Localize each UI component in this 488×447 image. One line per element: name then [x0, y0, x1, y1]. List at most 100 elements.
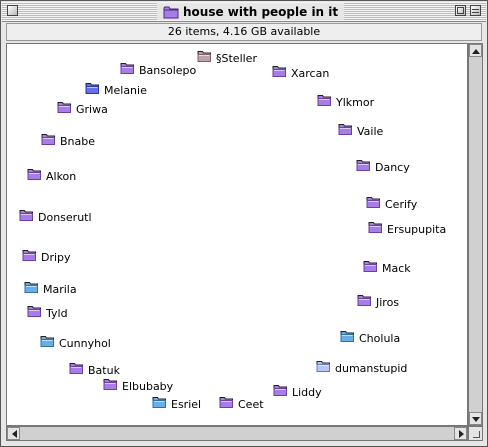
folder-label: Donserutl: [38, 211, 92, 224]
folder-icon: [272, 64, 287, 84]
folder-label: Cunnyhol: [59, 337, 111, 350]
folder-icon: [197, 49, 212, 69]
folder-item[interactable]: Vaile: [338, 123, 383, 141]
folder-icon: [357, 293, 372, 313]
folder-item[interactable]: dumanstupid: [316, 360, 407, 378]
folder-icon: [152, 395, 167, 415]
folder-icon: [27, 167, 42, 187]
folder-item[interactable]: Melanie: [85, 82, 147, 100]
folder-label: Cholula: [359, 332, 401, 345]
scroll-right-arrow-icon[interactable]: [454, 427, 467, 440]
folder-icon: [163, 6, 179, 18]
folder-label: Liddy: [292, 386, 322, 399]
folder-icon: [57, 100, 72, 120]
folder-label: Ceet: [238, 398, 264, 411]
folder-label: Esriel: [171, 398, 202, 411]
folder-icon-graphic: [120, 63, 134, 74]
folder-label: Cerify: [385, 198, 418, 211]
folder-item[interactable]: Cerify: [366, 196, 417, 214]
folder-icon-graphic: [368, 222, 382, 233]
folder-icon-graphic: [27, 169, 41, 180]
folder-icon-graphic: [317, 95, 331, 106]
folder-item[interactable]: Esriel: [152, 396, 201, 414]
finder-window: house with people in it 26 items, 4.16 G…: [0, 0, 488, 447]
folder-item[interactable]: Ceet: [219, 396, 264, 414]
folder-icon: [22, 248, 37, 268]
folder-item[interactable]: Elbubaby: [103, 378, 173, 396]
vertical-scrollbar[interactable]: [468, 43, 483, 426]
folder-item[interactable]: Dancy: [356, 159, 410, 177]
close-box-button[interactable]: [7, 5, 18, 16]
folder-label: Vaile: [357, 125, 384, 138]
folder-label: Elbubaby: [122, 380, 174, 393]
folder-icon-graphic: [40, 336, 54, 347]
folder-icon: [27, 304, 42, 324]
info-bar: 26 items, 4.16 GB available: [6, 23, 482, 41]
folder-item[interactable]: Donserutl: [19, 209, 92, 227]
folder-contents: §Steller Bansolepo Xarcan Melanie Griwa …: [6, 43, 468, 426]
scroll-down-arrow-icon[interactable]: [469, 412, 482, 425]
folder-icon-graphic: [340, 331, 354, 342]
scroll-up-arrow-icon[interactable]: [469, 44, 482, 57]
folder-label: Marila: [43, 283, 77, 296]
folder-label: Ylkmor: [336, 96, 375, 109]
windowshade-box-button[interactable]: [470, 5, 481, 16]
folder-label: dumanstupid: [335, 362, 408, 375]
folder-icon-graphic: [103, 379, 117, 390]
window-title: house with people in it: [157, 3, 345, 20]
folder-icon: [356, 158, 371, 178]
folder-item[interactable]: Dripy: [22, 249, 71, 267]
folder-icon: [85, 81, 100, 101]
folder-icon-graphic: [356, 160, 370, 171]
folder-icon-graphic: [219, 397, 233, 408]
folder-item[interactable]: Cunnyhol: [40, 335, 111, 353]
horizontal-scrollbar[interactable]: [6, 426, 468, 441]
resize-grow-box-icon[interactable]: [468, 426, 483, 441]
folder-icon: [19, 208, 34, 228]
folder-icon-graphic: [197, 51, 211, 62]
folder-icon: [273, 383, 288, 403]
folder-icon: [368, 220, 383, 240]
folder-label: Alkon: [46, 170, 77, 183]
folder-item[interactable]: Alkon: [27, 168, 76, 186]
scroll-left-arrow-icon[interactable]: [7, 427, 20, 440]
folder-label: Dripy: [41, 251, 71, 264]
folder-icon-graphic: [366, 197, 380, 208]
folder-icon-graphic: [27, 306, 41, 317]
folder-item[interactable]: Liddy: [273, 384, 322, 402]
folder-icon: [41, 132, 56, 152]
folder-item[interactable]: Jiros: [357, 294, 399, 312]
folder-icon-graphic: [24, 282, 38, 293]
folder-item[interactable]: Bnabe: [41, 133, 95, 151]
folder-item[interactable]: Mack: [363, 260, 411, 278]
folder-item[interactable]: Cholula: [340, 330, 400, 348]
folder-icon: [103, 377, 118, 397]
folder-label: Jiros: [376, 296, 400, 309]
folder-item[interactable]: Tyld: [27, 305, 68, 323]
folder-item[interactable]: Xarcan: [272, 65, 329, 83]
folder-item[interactable]: Ylkmor: [317, 94, 374, 112]
folder-icon: [24, 280, 39, 300]
folder-item[interactable]: Marila: [24, 281, 77, 299]
folder-label: Xarcan: [291, 67, 330, 80]
zoom-box-button[interactable]: [455, 5, 466, 16]
folder-item[interactable]: Bansolepo: [120, 62, 196, 80]
folder-icon: [40, 334, 55, 354]
folder-item[interactable]: Griwa: [57, 101, 108, 119]
title-bar[interactable]: house with people in it: [2, 2, 486, 22]
folder-icon: [120, 61, 135, 81]
folder-item[interactable]: Ersupupita: [368, 221, 446, 239]
folder-icon: [317, 93, 332, 113]
folder-label: Bnabe: [60, 135, 96, 148]
folder-icon-graphic: [41, 134, 55, 145]
folder-icon-graphic: [69, 363, 83, 374]
folder-icon-graphic: [316, 361, 330, 372]
folder-icon-graphic: [85, 83, 99, 94]
folder-icon-graphic: [22, 250, 36, 261]
folder-icon-graphic: [152, 397, 166, 408]
folder-label: Melanie: [104, 84, 147, 97]
folder-item[interactable]: §Steller: [197, 50, 257, 68]
folder-icon-graphic: [363, 261, 377, 272]
folder-icon-graphic: [338, 124, 352, 135]
folder-icon: [316, 359, 331, 379]
